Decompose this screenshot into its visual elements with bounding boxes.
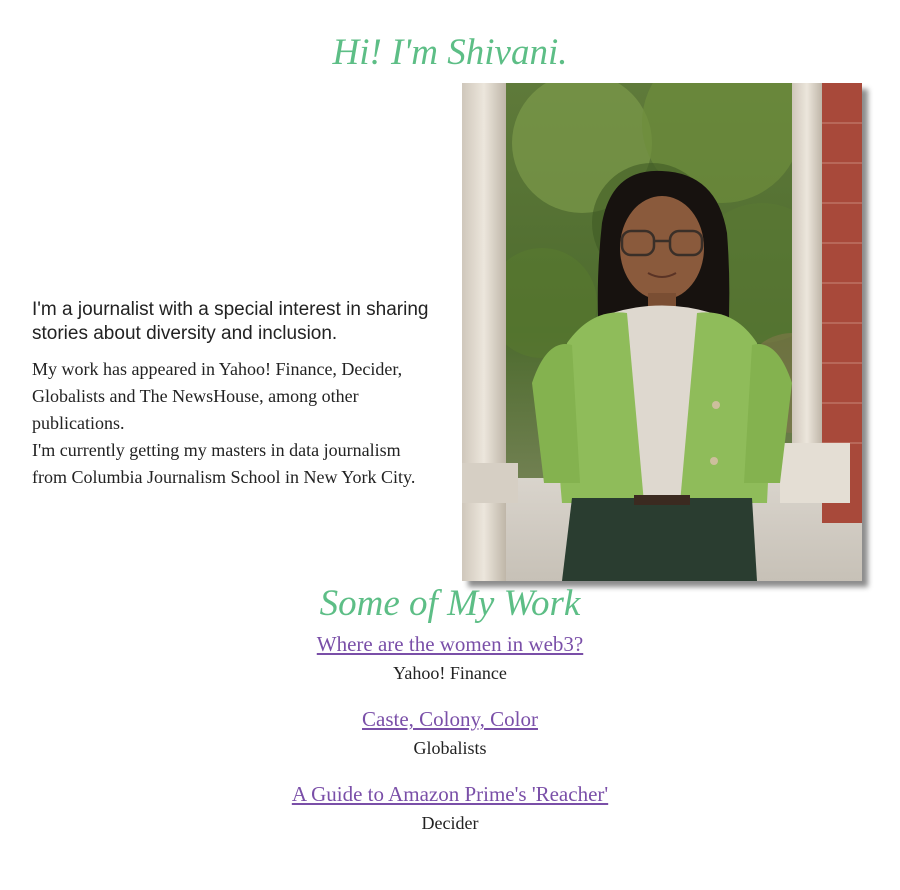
section-title-work: Some of My Work bbox=[319, 583, 581, 624]
intro-body: My work has appeared in Yahoo! Finance, … bbox=[32, 356, 432, 491]
profile-photo bbox=[462, 83, 862, 581]
intro-paragraph: I'm currently getting my masters in data… bbox=[32, 440, 416, 487]
list-item: A Guide to Amazon Prime's 'Reacher' Deci… bbox=[0, 780, 900, 855]
article-link[interactable]: Where are the women in web3? bbox=[317, 630, 583, 658]
page-title: Hi! I'm Shivani. bbox=[332, 32, 568, 73]
intro-lead: I'm a journalist with a special interest… bbox=[32, 299, 429, 344]
article-link[interactable]: Caste, Colony, Color bbox=[362, 705, 538, 733]
portrait-photo-icon bbox=[462, 83, 862, 581]
list-item: Caste, Colony, Color Globalists bbox=[0, 705, 900, 780]
intro-section: I'm a journalist with a special interest… bbox=[32, 298, 432, 491]
work-list: Where are the women in web3? Yahoo! Fina… bbox=[0, 630, 900, 855]
list-item: Where are the women in web3? Yahoo! Fina… bbox=[0, 630, 900, 705]
article-link[interactable]: A Guide to Amazon Prime's 'Reacher' bbox=[292, 780, 608, 808]
publication-name: Decider bbox=[421, 813, 479, 833]
publication-name: Globalists bbox=[413, 738, 487, 758]
publication-name: Yahoo! Finance bbox=[393, 663, 507, 683]
intro-paragraph: My work has appeared in Yahoo! Finance, … bbox=[32, 359, 403, 433]
